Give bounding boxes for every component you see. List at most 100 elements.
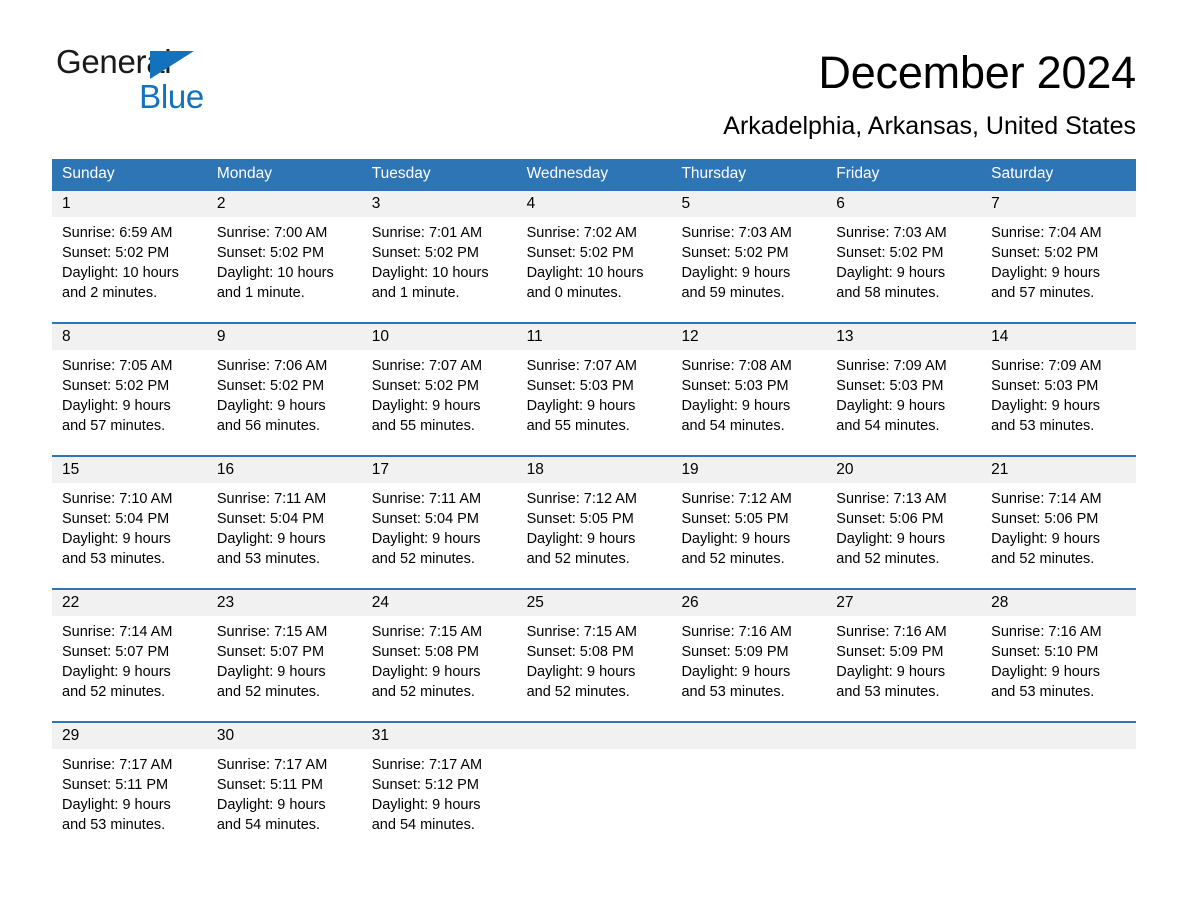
daylight-text-line2: and 55 minutes. [526,418,630,434]
day-cell[interactable]: 23 Sunrise: 7:15 AM Sunset: 5:07 PM Dayl… [206,590,362,721]
day-details: Sunrise: 7:17 AM Sunset: 5:12 PM Dayligh… [362,749,517,851]
day-details: Sunrise: 7:16 AM Sunset: 5:09 PM Dayligh… [826,616,981,721]
day-cell[interactable]: 6 Sunrise: 7:03 AM Sunset: 5:02 PM Dayli… [826,191,982,322]
day-cell[interactable]: 10 Sunrise: 7:07 AM Sunset: 5:02 PM Dayl… [361,324,517,455]
day-cell[interactable]: 5 Sunrise: 7:03 AM Sunset: 5:02 PM Dayli… [671,191,827,322]
day-cell[interactable]: 12 Sunrise: 7:08 AM Sunset: 5:03 PM Dayl… [671,324,827,455]
day-cell[interactable]: 29 Sunrise: 7:17 AM Sunset: 5:11 PM Dayl… [52,723,207,851]
day-details: Sunrise: 7:13 AM Sunset: 5:06 PM Dayligh… [826,483,981,588]
sunset-text: Sunset: 5:02 PM [526,245,634,261]
day-cell[interactable]: 17 Sunrise: 7:11 AM Sunset: 5:04 PM Dayl… [361,457,517,588]
daylight-text-line2: and 52 minutes. [371,551,475,567]
day-number: 16 [216,461,235,478]
day-cell-empty [826,723,982,851]
sunrise-text: Sunrise: 7:01 AM [371,225,483,241]
sunset-text: Sunset: 5:03 PM [991,378,1099,394]
daylight-text-line2: and 56 minutes. [216,418,321,434]
daylight-text-line2: and 54 minutes. [371,817,475,833]
title-block: December 2024 Arkadelphia, Arkansas, Uni… [723,44,1136,143]
day-number: 31 [371,727,389,744]
daylight-text-line2: and 52 minutes. [836,551,940,567]
day-cell[interactable]: 28 Sunrise: 7:16 AM Sunset: 5:10 PM Dayl… [981,590,1137,721]
daylight-text-line1: Daylight: 9 hours [836,664,946,680]
day-number: 28 [991,594,1009,611]
day-number-band: 11 [516,324,672,350]
general-blue-logo[interactable]: General Blue [56,44,208,120]
calendar-page: General Blue December 2024 Arkadelphia, … [0,0,1188,918]
day-cell[interactable]: 19 Sunrise: 7:12 AM Sunset: 5:05 PM Dayl… [671,457,827,588]
daylight-text-line1: Daylight: 9 hours [62,398,171,414]
day-cell[interactable]: 21 Sunrise: 7:14 AM Sunset: 5:06 PM Dayl… [981,457,1137,588]
weekday-header-tuesday: Tuesday [371,165,431,182]
daylight-text-line2: and 57 minutes. [991,285,1095,301]
day-number-band: 19 [671,457,827,483]
sunrise-text: Sunrise: 7:10 AM [62,491,173,507]
day-number: 7 [991,195,1000,212]
day-number: 6 [836,195,845,212]
day-details: Sunrise: 7:16 AM Sunset: 5:10 PM Dayligh… [981,616,1136,721]
sunset-text: Sunset: 5:02 PM [836,245,944,261]
day-details: Sunrise: 7:09 AM Sunset: 5:03 PM Dayligh… [826,350,981,455]
day-number-band: 31 [361,723,517,749]
day-number-band [671,723,827,749]
day-cell[interactable]: 18 Sunrise: 7:12 AM Sunset: 5:05 PM Dayl… [516,457,672,588]
daylight-text-line1: Daylight: 10 hours [526,265,644,281]
day-number-band: 21 [981,457,1137,483]
day-cell[interactable]: 30 Sunrise: 7:17 AM Sunset: 5:11 PM Dayl… [206,723,362,851]
sunrise-text: Sunrise: 7:08 AM [681,358,792,374]
weekday-header-wednesday: Wednesday [526,165,609,182]
daylight-text-line2: and 53 minutes. [991,684,1095,700]
day-cell[interactable]: 22 Sunrise: 7:14 AM Sunset: 5:07 PM Dayl… [52,590,207,721]
daylight-text-line1: Daylight: 10 hours [371,265,489,281]
day-cell[interactable]: 14 Sunrise: 7:09 AM Sunset: 5:03 PM Dayl… [981,324,1137,455]
day-details: Sunrise: 7:17 AM Sunset: 5:11 PM Dayligh… [207,749,362,851]
weekday-header-thursday: Thursday [681,165,747,182]
day-cell[interactable]: 15 Sunrise: 7:10 AM Sunset: 5:04 PM Dayl… [52,457,207,588]
day-number: 20 [836,461,854,478]
day-cell[interactable]: 27 Sunrise: 7:16 AM Sunset: 5:09 PM Dayl… [826,590,982,721]
day-cell[interactable]: 9 Sunrise: 7:06 AM Sunset: 5:02 PM Dayli… [206,324,362,455]
day-cell[interactable]: 25 Sunrise: 7:15 AM Sunset: 5:08 PM Dayl… [516,590,672,721]
sunrise-text: Sunrise: 7:05 AM [62,358,173,374]
daylight-text-line2: and 2 minutes. [62,285,158,301]
week-row: 15 Sunrise: 7:10 AM Sunset: 5:04 PM Dayl… [52,455,1137,588]
day-cell[interactable]: 1 Sunrise: 6:59 AM Sunset: 5:02 PM Dayli… [52,191,207,322]
day-cell[interactable]: 16 Sunrise: 7:11 AM Sunset: 5:04 PM Dayl… [206,457,362,588]
daylight-text-line2: and 54 minutes. [216,817,321,833]
day-number-band: 18 [516,457,672,483]
day-cell[interactable]: 3 Sunrise: 7:01 AM Sunset: 5:02 PM Dayli… [361,191,517,322]
day-cell[interactable]: 13 Sunrise: 7:09 AM Sunset: 5:03 PM Dayl… [826,324,982,455]
daylight-text-line2: and 59 minutes. [681,285,785,301]
day-cell[interactable]: 24 Sunrise: 7:15 AM Sunset: 5:08 PM Dayl… [361,590,517,721]
day-details: Sunrise: 7:02 AM Sunset: 5:02 PM Dayligh… [517,217,672,322]
day-cell[interactable]: 20 Sunrise: 7:13 AM Sunset: 5:06 PM Dayl… [826,457,982,588]
day-number: 9 [216,328,226,345]
day-number: 10 [371,328,389,345]
day-details: Sunrise: 7:03 AM Sunset: 5:02 PM Dayligh… [826,217,981,322]
day-cell[interactable]: 11 Sunrise: 7:07 AM Sunset: 5:03 PM Dayl… [516,324,672,455]
day-details: Sunrise: 7:06 AM Sunset: 5:02 PM Dayligh… [207,350,362,455]
day-cell[interactable]: 2 Sunrise: 7:00 AM Sunset: 5:02 PM Dayli… [206,191,362,322]
sunrise-text: Sunrise: 7:07 AM [371,358,483,374]
day-cell[interactable]: 31 Sunrise: 7:17 AM Sunset: 5:12 PM Dayl… [361,723,517,851]
day-number-band: 23 [206,590,362,616]
sunset-text: Sunset: 5:09 PM [836,644,944,660]
day-cell[interactable]: 4 Sunrise: 7:02 AM Sunset: 5:02 PM Dayli… [516,191,672,322]
day-details: Sunrise: 7:15 AM Sunset: 5:08 PM Dayligh… [362,616,517,721]
day-details: Sunrise: 7:09 AM Sunset: 5:03 PM Dayligh… [981,350,1136,455]
daylight-text-line2: and 53 minutes. [216,551,321,567]
day-details: Sunrise: 7:07 AM Sunset: 5:02 PM Dayligh… [362,350,517,455]
daylight-text-line1: Daylight: 9 hours [62,531,171,547]
daylight-text-line2: and 52 minutes. [526,684,630,700]
day-number-band: 8 [52,324,207,350]
day-number-band [826,723,982,749]
day-details: Sunrise: 7:00 AM Sunset: 5:02 PM Dayligh… [207,217,362,322]
day-cell[interactable]: 26 Sunrise: 7:16 AM Sunset: 5:09 PM Dayl… [671,590,827,721]
day-cell[interactable]: 8 Sunrise: 7:05 AM Sunset: 5:02 PM Dayli… [52,324,207,455]
day-cell[interactable]: 7 Sunrise: 7:04 AM Sunset: 5:02 PM Dayli… [981,191,1137,322]
day-number-band: 7 [981,191,1137,217]
sunrise-text: Sunrise: 7:17 AM [62,757,173,773]
sunrise-text: Sunrise: 7:11 AM [371,491,482,507]
day-details: Sunrise: 7:12 AM Sunset: 5:05 PM Dayligh… [671,483,826,588]
day-number-band: 26 [671,590,827,616]
